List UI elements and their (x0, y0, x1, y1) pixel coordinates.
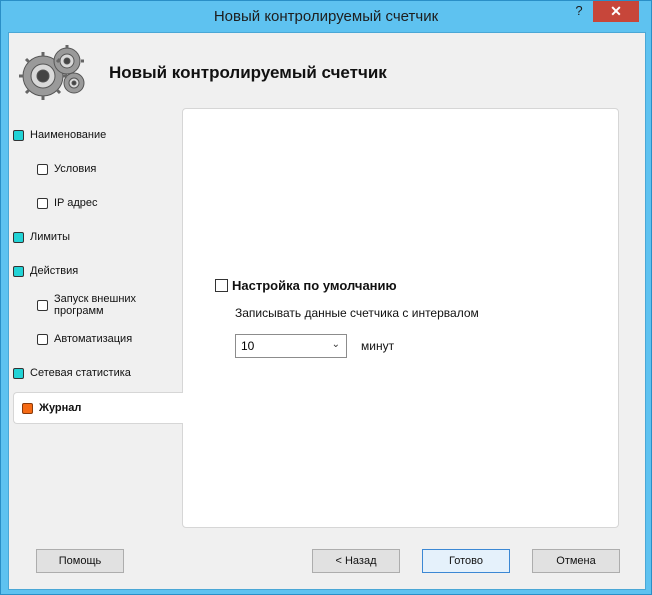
nav-item-label: Журнал (39, 402, 82, 414)
dialog-window: Новый контролируемый счетчик ? ✕ Новый к… (0, 0, 652, 595)
nav-item-label: Условия (54, 163, 97, 175)
nav-item-label: Лимиты (30, 231, 71, 243)
nav-bullet-icon (37, 197, 48, 209)
nav-bullet-icon (13, 367, 24, 379)
nav-item-journal[interactable]: Журнал (13, 392, 183, 424)
nav-item-label: Запуск внешних программ (54, 293, 137, 317)
nav-bullet-icon (13, 231, 24, 243)
title-bar[interactable]: Новый контролируемый счетчик ? ✕ (1, 1, 651, 32)
default-settings-row[interactable]: Настройка по умолчанию (215, 278, 397, 293)
gears-icon (19, 45, 85, 100)
nav-item-label: Действия (30, 265, 79, 277)
back-button[interactable]: < Назад (312, 549, 400, 573)
nav-item-run-programs[interactable]: Запуск внешних программ (37, 293, 183, 317)
default-settings-label: Настройка по умолчанию (232, 278, 397, 293)
nav-item-conditions[interactable]: Условия (37, 163, 183, 175)
nav-item-label: Наименование (30, 129, 107, 141)
nav-bullet-icon (22, 402, 33, 414)
nav-item-limits[interactable]: Лимиты (13, 231, 183, 243)
nav-bullet-icon (37, 299, 48, 311)
nav-item-network-stats[interactable]: Сетевая статистика (13, 367, 183, 379)
nav-bullet-icon (13, 129, 24, 141)
nav-item-name[interactable]: Наименование (13, 129, 183, 141)
cancel-button[interactable]: Отмена (532, 549, 620, 573)
default-settings-checkbox[interactable] (215, 279, 228, 292)
content-panel: Настройка по умолчанию Записывать данные… (182, 108, 619, 528)
done-button[interactable]: Готово (422, 549, 510, 573)
help-button[interactable]: Помощь (36, 549, 124, 573)
chevron-down-icon: ⌄ (331, 339, 340, 350)
nav-item-label: Сетевая статистика (30, 367, 131, 379)
nav-item-label: Автоматизация (54, 333, 133, 345)
help-title-button[interactable]: ? (566, 1, 592, 22)
nav-bullet-icon (13, 265, 24, 277)
nav-bullet-icon (37, 333, 48, 345)
page-title: Новый контролируемый счетчик (109, 63, 387, 82)
interval-select[interactable]: 10 ⌄ (235, 334, 347, 358)
dialog-client: Новый контролируемый счетчик Наименовани… (8, 32, 646, 590)
interval-label: Записывать данные счетчика с интервалом (235, 306, 479, 320)
interval-value: 10 (241, 339, 255, 353)
minutes-label: минут (361, 339, 395, 353)
nav-bullet-icon (37, 163, 48, 175)
nav-item-label: IP адрес (54, 197, 98, 209)
nav-item-ip-address[interactable]: IP адрес (37, 197, 183, 209)
nav-item-actions[interactable]: Действия (13, 265, 183, 277)
nav-item-automation[interactable]: Автоматизация (37, 333, 183, 345)
close-button[interactable]: ✕ (593, 1, 639, 22)
window-title: Новый контролируемый счетчик (213, 8, 439, 25)
